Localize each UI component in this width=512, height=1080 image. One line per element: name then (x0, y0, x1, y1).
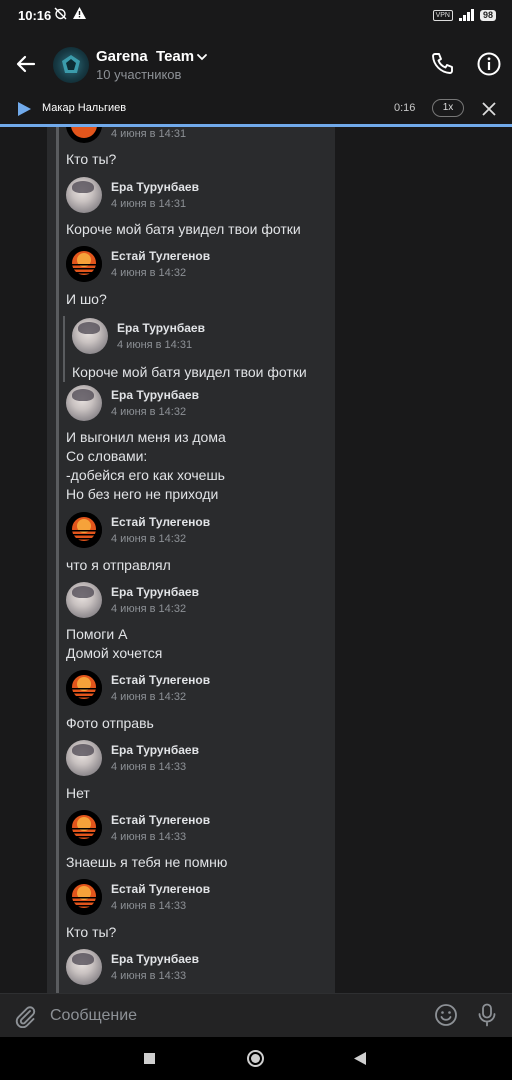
message-text: И выгонил меня из дома (66, 429, 226, 445)
home-button[interactable] (247, 1050, 264, 1067)
phone-icon (432, 53, 453, 74)
message-time: 4 июня в 14:33 (111, 761, 187, 773)
message-time: 4 июня в 14:32 (111, 406, 187, 418)
emoji-button[interactable] (434, 1003, 458, 1027)
message-text: Кто ты? (66, 151, 117, 167)
recents-button[interactable] (144, 1053, 155, 1064)
message-time: 4 июня в 14:32 (111, 533, 187, 545)
play-icon (18, 102, 31, 116)
partial-avatar (66, 127, 102, 143)
message-author-name[interactable]: Ера Турунбаев (111, 952, 199, 966)
message-text: Фото отправь (66, 715, 154, 731)
battery-icon: 98 (479, 9, 496, 21)
message-author-name[interactable]: Естай Тулегенов (111, 882, 210, 896)
avatar[interactable] (66, 810, 102, 846)
status-time: 10:16 (18, 8, 52, 23)
message-author-name[interactable]: Естай Тулегенов (111, 249, 210, 263)
system-nav-bar (0, 1037, 512, 1080)
message-time: 4 июня в 14:31 (111, 198, 187, 210)
message-text: что я отправлял (66, 557, 171, 573)
message-author-name[interactable]: Ера Турунбаев (111, 743, 199, 757)
message-text: И шо? (66, 291, 107, 307)
info-button[interactable] (476, 51, 502, 77)
chat-title[interactable]: Garena Team (96, 48, 194, 65)
message-text: Помоги А (66, 626, 128, 642)
message-time: 4 июня в 14:32 (111, 603, 187, 615)
forwarded-messages-bar (56, 127, 59, 993)
message-text: Короче мой батя увидел твои фотки (66, 221, 301, 237)
message-text: Со словами: (66, 448, 148, 464)
call-button[interactable] (429, 51, 455, 77)
message-text: -добейся его как хочешь (66, 467, 225, 483)
reply-author-name[interactable]: Ера Турунбаев (117, 321, 205, 335)
message-text: Кто ты? (66, 924, 117, 940)
status-right: VPN 98 (432, 9, 496, 21)
message-time: 4 июня в 14:31 (111, 128, 187, 140)
audio-player: Макар Нальгиев 0:16 1x (0, 94, 512, 124)
triangle-back-icon (354, 1052, 366, 1065)
microphone-button[interactable] (477, 1003, 497, 1027)
message-author-name[interactable]: Естай Тулегенов (111, 813, 210, 827)
avatar[interactable] (72, 318, 108, 354)
message-text: Домой хочется (66, 645, 163, 661)
message-input[interactable] (50, 1002, 410, 1030)
avatar[interactable] (66, 879, 102, 915)
chat-subtitle: 10 участников (96, 67, 182, 82)
avatar[interactable] (66, 740, 102, 776)
player-time: 0:16 (394, 102, 416, 114)
smile-icon (435, 1004, 457, 1026)
reply-quote-bar (63, 316, 65, 382)
avatar[interactable] (66, 512, 102, 548)
avatar[interactable] (66, 385, 102, 421)
status-bar: 10:16 VPN 98 (0, 0, 512, 32)
message-time: 4 июня в 14:33 (111, 970, 187, 982)
message-time: 4 июня в 14:33 (111, 900, 187, 912)
avatar[interactable] (66, 246, 102, 282)
warning-icon (73, 7, 86, 23)
signal-icon (458, 9, 474, 21)
chat-header: Garena Team 10 участников (0, 32, 512, 94)
status-icons-left (54, 7, 86, 23)
close-icon (482, 102, 496, 116)
message-text: Но без него не приходи (66, 486, 219, 502)
back-button[interactable] (12, 50, 40, 78)
avatar[interactable] (66, 582, 102, 618)
attach-button[interactable] (13, 1004, 37, 1029)
avatar (66, 127, 102, 143)
chat-avatar[interactable] (53, 47, 89, 83)
message-author-name[interactable]: Естай Тулегенов (111, 515, 210, 529)
avatar[interactable] (66, 949, 102, 985)
alarm-off-icon (54, 7, 67, 23)
reply-text: Короче мой батя увидел твои фотки (72, 364, 307, 380)
nav-back-button[interactable] (354, 1052, 366, 1065)
message-author-name[interactable]: Ера Турунбаев (111, 180, 199, 194)
message-input-bar (0, 993, 512, 1037)
message-time: 4 июня в 14:32 (111, 267, 187, 279)
vpn-badge: VPN (432, 9, 453, 21)
microphone-icon (478, 1003, 496, 1027)
close-player-button[interactable] (482, 102, 496, 116)
message-author-name[interactable]: Естай Тулегенов (111, 673, 210, 687)
message-time: 4 июня в 14:31 (117, 339, 193, 351)
message-time: 4 июня в 14:32 (111, 691, 187, 703)
playback-speed-button[interactable]: 1x (432, 99, 464, 117)
info-icon (477, 52, 501, 76)
message-text: Нет (66, 785, 90, 801)
message-time: 4 июня в 14:33 (111, 831, 187, 843)
avatar[interactable] (66, 177, 102, 213)
avatar[interactable] (66, 670, 102, 706)
message-author-name[interactable]: Ера Турунбаев (111, 585, 199, 599)
arrow-left-icon (16, 55, 36, 73)
play-button[interactable] (16, 101, 32, 117)
message-text: Знаешь я тебя не помню (66, 854, 228, 870)
paperclip-icon (15, 1006, 36, 1029)
message-author-name[interactable]: Ера Турунбаев (111, 388, 199, 402)
chevron-down-icon[interactable] (196, 51, 208, 63)
player-track-name[interactable]: Макар Нальгиев (42, 102, 126, 114)
